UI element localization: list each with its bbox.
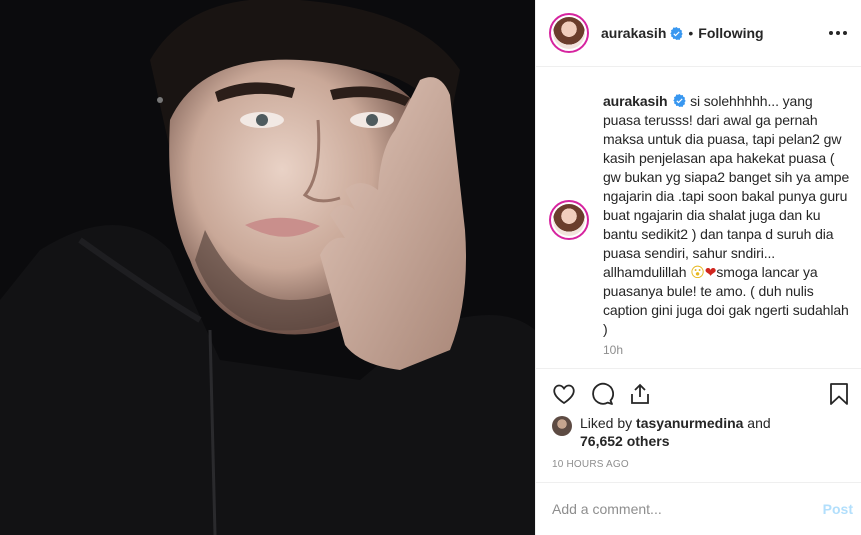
bookmark-icon[interactable] bbox=[827, 382, 851, 406]
more-options-icon[interactable] bbox=[827, 25, 849, 41]
caption-text: aurakasih si solehhhhh... yang puasa ter… bbox=[603, 92, 854, 339]
separator-dot: • bbox=[688, 25, 694, 41]
caption: aurakasih si solehhhhh... yang puasa ter… bbox=[549, 92, 854, 339]
instagram-post: aurakasih • Following aurakasih si soleh… bbox=[0, 0, 861, 535]
comment-input[interactable] bbox=[552, 501, 823, 517]
heart-icon[interactable] bbox=[552, 382, 576, 406]
post-photo[interactable] bbox=[0, 0, 535, 535]
likes-count[interactable]: 76,652 others bbox=[580, 433, 670, 449]
caption-avatar[interactable] bbox=[549, 200, 589, 240]
liker-username[interactable]: tasyanurmedina bbox=[636, 415, 743, 431]
post-timestamp[interactable]: 10 HOURS AGO bbox=[552, 459, 629, 470]
following-button[interactable]: Following bbox=[698, 25, 763, 41]
surprised-emoji-icon: 😮 bbox=[690, 264, 705, 280]
caption-body-start: si solehhhhh... yang puasa terusss! dari… bbox=[603, 93, 850, 280]
post-header: aurakasih • Following bbox=[536, 0, 861, 67]
heart-emoji-icon: ❤ bbox=[704, 264, 717, 280]
caption-time: 10h bbox=[603, 343, 624, 357]
author-avatar[interactable] bbox=[549, 13, 589, 53]
likes-prefix: Liked by bbox=[580, 415, 637, 431]
post-comment-button[interactable]: Post bbox=[823, 501, 853, 517]
verified-badge-icon bbox=[670, 26, 684, 40]
author-username[interactable]: aurakasih bbox=[601, 25, 666, 41]
liker-avatar[interactable] bbox=[552, 416, 572, 436]
verified-badge-icon bbox=[673, 94, 686, 107]
post-sidebar: aurakasih • Following aurakasih si soleh… bbox=[535, 0, 861, 535]
likes-text: Liked by tasyanurmedina and 76,652 other… bbox=[580, 414, 771, 450]
post-photo-image bbox=[0, 0, 535, 535]
comment-icon[interactable] bbox=[590, 382, 614, 406]
comment-box: Post bbox=[536, 482, 861, 535]
likes-conjunction: and bbox=[743, 415, 771, 431]
share-icon[interactable] bbox=[628, 382, 652, 406]
caption-username[interactable]: aurakasih bbox=[603, 93, 668, 109]
likes-summary: Liked by tasyanurmedina and 76,652 other… bbox=[552, 414, 771, 450]
action-bar bbox=[536, 368, 861, 418]
